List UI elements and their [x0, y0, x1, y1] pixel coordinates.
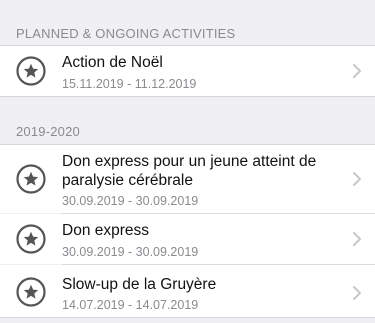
section-header-2019-2020: 2019-2020 — [16, 124, 80, 139]
star-circle-icon — [16, 224, 46, 254]
divider — [0, 317, 375, 318]
activity-title: Don express — [62, 222, 150, 239]
activity-dates: 30.09.2019 - 30.09.2019 — [62, 194, 199, 208]
chevron-right-icon — [353, 64, 361, 78]
activity-row-don-express-jeune[interactable]: Don express pour un jeune atteint de par… — [0, 145, 375, 213]
star-circle-icon — [16, 164, 46, 194]
chevron-right-icon — [353, 286, 361, 300]
chevron-right-icon — [353, 172, 361, 186]
chevron-right-icon — [353, 232, 361, 246]
activity-title: Slow-up de la Gruyère — [62, 276, 217, 293]
activity-dates: 14.07.2019 - 14.07.2019 — [62, 298, 199, 312]
section-header-planned: PLANNED & ONGOING ACTIVITIES — [16, 26, 236, 41]
star-circle-icon — [16, 56, 46, 86]
activity-row-don-express[interactable]: Don express 30.09.2019 - 30.09.2019 — [0, 214, 375, 264]
activity-dates: 30.09.2019 - 30.09.2019 — [62, 245, 199, 259]
activity-row-action-de-noel[interactable]: Action de Noël 15.11.2019 - 11.12.2019 — [0, 46, 375, 96]
activity-row-slow-up[interactable]: Slow-up de la Gruyère 14.07.2019 - 14.07… — [0, 265, 375, 317]
activity-title: Don express pour un jeune atteint de par… — [62, 153, 317, 189]
activity-dates: 15.11.2019 - 11.12.2019 — [62, 77, 197, 91]
activity-title: Action de Noël — [62, 54, 163, 71]
star-circle-icon — [16, 277, 46, 307]
divider — [0, 96, 375, 97]
